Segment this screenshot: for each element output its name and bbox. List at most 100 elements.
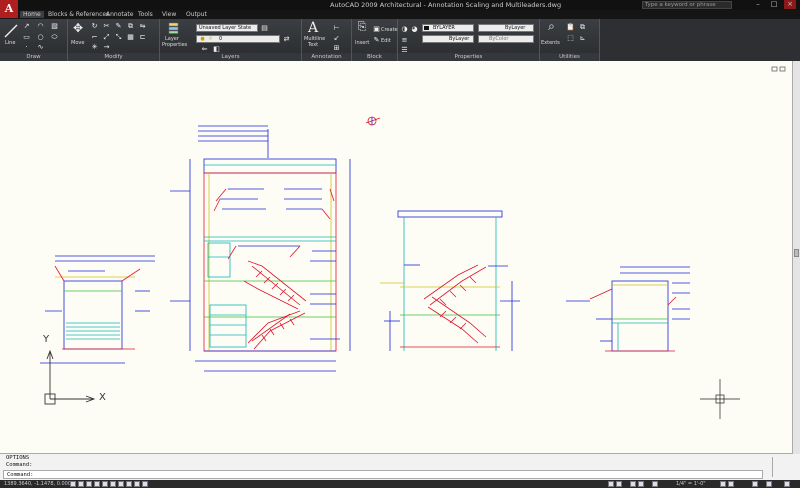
create-block-icon[interactable]: ▣	[372, 25, 381, 33]
scale-icon[interactable]: ⤡	[114, 33, 123, 41]
coordinates-readout[interactable]: 1389.3640, -1.1478, 0.0000	[4, 481, 74, 487]
explode-icon[interactable]: ✳	[90, 43, 99, 51]
spline-icon[interactable]: ∿	[36, 43, 45, 51]
application-menu-button[interactable]: A	[0, 0, 18, 18]
drawing-canvas[interactable]: Y X	[0, 61, 792, 454]
clean-screen-icon[interactable]	[784, 481, 790, 487]
model-icon[interactable]	[608, 481, 614, 487]
annotation-panel-label[interactable]: Annotation	[302, 53, 351, 61]
layer-state-dropdown[interactable]: Unsaved Layer State	[196, 24, 258, 32]
circle-icon[interactable]: ○	[36, 33, 45, 41]
mirror-icon[interactable]: ⇋	[138, 22, 147, 30]
linetype-icon[interactable]: ≡	[400, 36, 409, 44]
crosshair-cursor	[700, 379, 740, 419]
mtext-label-2: Text	[308, 42, 319, 48]
command-input[interactable]: Command:	[3, 470, 763, 479]
array-icon[interactable]: ▦	[126, 33, 135, 41]
utilities-panel-label[interactable]: Utilities	[540, 53, 599, 61]
quick-select-icon[interactable]: ⬚	[566, 34, 575, 42]
zoom-extents-icon[interactable]: ⌕	[545, 20, 558, 35]
properties-panel-label[interactable]: Properties	[398, 53, 539, 61]
lineweight-icon[interactable]	[134, 481, 140, 487]
insert-block-icon[interactable]: ⎘	[356, 21, 368, 35]
extend-icon[interactable]: →	[102, 43, 111, 51]
otrack-icon[interactable]	[110, 481, 116, 487]
polar-icon[interactable]	[94, 481, 100, 487]
create-label[interactable]: Create	[381, 27, 398, 33]
fillet-icon[interactable]: ⌐	[90, 33, 99, 41]
layer-isolate-icon[interactable]: ◧	[212, 45, 221, 53]
linetype-dropdown[interactable]: ByLayer	[422, 35, 474, 43]
offset-icon[interactable]: ⊏	[138, 33, 147, 41]
command-prompt: Command:	[7, 472, 34, 478]
auto-scale-icon[interactable]	[728, 481, 734, 487]
quick-properties-icon[interactable]	[142, 481, 148, 487]
tab-home[interactable]: Home	[20, 11, 44, 18]
hatch-icon[interactable]: ▧	[50, 22, 59, 30]
paste-icon[interactable]: 📋	[566, 23, 575, 31]
table-icon[interactable]: ⊞	[332, 44, 341, 52]
move-icon[interactable]: ✥	[72, 22, 84, 36]
copy-clip-icon[interactable]: ⧉	[578, 23, 587, 31]
scroll-thumb[interactable]	[794, 249, 799, 257]
command-window: OPTIONS Command: Command:	[0, 454, 800, 480]
modify-panel-label[interactable]: Modify	[68, 53, 159, 61]
tab-output[interactable]: Output	[186, 11, 207, 18]
annotation-visibility-icon[interactable]	[720, 481, 726, 487]
layer-previous-icon[interactable]: ⇐	[200, 45, 209, 53]
copy-icon[interactable]: ⧉	[126, 22, 135, 30]
workspace-icon[interactable]	[752, 481, 758, 487]
layers-panel-label[interactable]: Layers	[160, 53, 301, 61]
lineweight-dropdown[interactable]: ByLayer	[478, 24, 534, 32]
lock-icon[interactable]	[766, 481, 772, 487]
layout-icon[interactable]	[616, 481, 622, 487]
point-icon[interactable]: ·	[22, 43, 31, 51]
search-input[interactable]: Type a keyword or phrase	[642, 1, 732, 9]
layer-match-icon[interactable]: ⇄	[282, 35, 291, 43]
cad-drawing	[40, 66, 786, 419]
zoom-icon[interactable]	[638, 481, 644, 487]
layer-state-icon[interactable]: ▤	[260, 24, 269, 32]
grid-icon[interactable]	[78, 481, 84, 487]
close-icon[interactable]: ×	[784, 0, 796, 9]
ellipse-icon[interactable]: ⬭	[50, 33, 59, 41]
plotstyle-dropdown[interactable]: ByColor	[478, 35, 534, 43]
tab-annotate[interactable]: Annotate	[106, 11, 133, 18]
rotate-icon[interactable]: ↻	[90, 22, 99, 30]
measure-icon[interactable]: ⊾	[578, 34, 587, 42]
pan-icon[interactable]	[630, 481, 636, 487]
snap-icon[interactable]	[70, 481, 76, 487]
color-wheel-icon[interactable]: ◕	[410, 25, 419, 33]
multiline-text-icon[interactable]: A	[306, 21, 320, 35]
polyline-icon[interactable]: ↗	[22, 22, 31, 30]
block-panel-label[interactable]: Block	[352, 53, 397, 61]
match-properties-icon[interactable]: ◑	[400, 25, 409, 33]
vertical-scrollbar[interactable]	[792, 61, 800, 454]
layer-stack-icon[interactable]	[168, 22, 180, 34]
osnap-icon[interactable]	[102, 481, 108, 487]
maximize-icon[interactable]: □	[768, 0, 780, 9]
erase-icon[interactable]: ✎	[114, 22, 123, 30]
tab-view[interactable]: View	[162, 11, 176, 18]
color-dropdown[interactable]: BYLAYER	[422, 24, 474, 32]
arc-icon[interactable]: ◠	[36, 22, 45, 30]
steering-wheel-icon[interactable]	[652, 481, 658, 487]
dyn-icon[interactable]	[126, 481, 132, 487]
stretch-icon[interactable]: ⤢	[102, 33, 111, 41]
minimize-icon[interactable]: –	[752, 0, 764, 9]
annotation-scale[interactable]: 1/4" = 1'-0"	[676, 481, 706, 487]
edit-label[interactable]: Edit	[381, 38, 391, 44]
tab-blocks-references[interactable]: Blocks & References	[48, 11, 109, 18]
ducs-icon[interactable]	[118, 481, 124, 487]
dimension-icon[interactable]: ⊢	[332, 24, 341, 32]
multileader-icon[interactable]: ↙	[332, 34, 341, 42]
tab-tools[interactable]: Tools	[138, 11, 153, 18]
ucs-y-label: Y	[43, 334, 50, 345]
edit-block-icon[interactable]: ✎	[372, 36, 381, 44]
trim-icon[interactable]: ✂	[102, 22, 111, 30]
command-scroll[interactable]	[772, 457, 794, 477]
ortho-icon[interactable]	[86, 481, 92, 487]
rectangle-icon[interactable]: ▭	[22, 33, 31, 41]
draw-panel-label[interactable]: Draw	[0, 53, 67, 61]
line-icon[interactable]	[4, 24, 18, 38]
